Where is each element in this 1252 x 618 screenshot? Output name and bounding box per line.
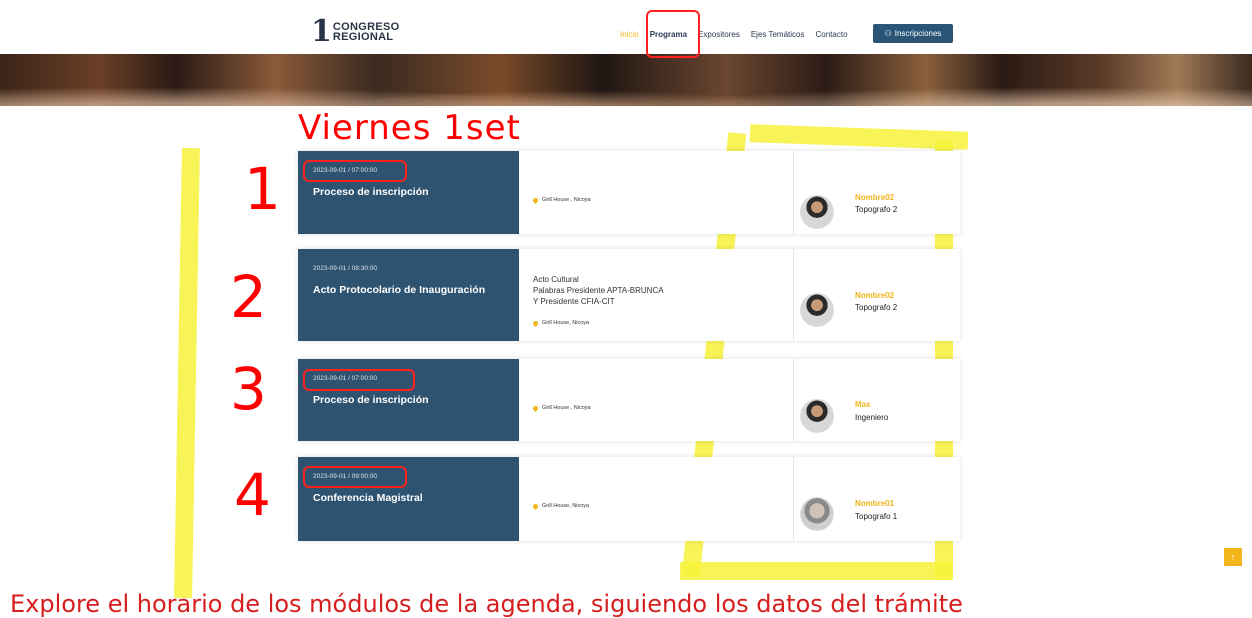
nav-inicio[interactable]: Inicio	[620, 30, 639, 39]
speaker-role: Ingeniero	[855, 413, 889, 422]
nav-contacto[interactable]: Contacto	[816, 30, 848, 39]
speaker-avatar[interactable]	[800, 293, 834, 327]
annotation-box-programa	[646, 10, 700, 58]
speaker-name[interactable]: Nombre01	[855, 499, 894, 508]
nav-ejes-tematicos[interactable]: Ejes Temáticos	[751, 30, 805, 39]
session-title: Conferencia Magistral	[313, 492, 423, 504]
highlight-stroke-bottom	[680, 562, 952, 580]
session-location: Grill House , Nicoya	[531, 196, 591, 204]
session-time: 2023-09-01 / 08:30:00	[313, 265, 377, 272]
session-description-line: Acto Cultural	[533, 275, 579, 284]
speaker-avatar[interactable]	[800, 497, 834, 531]
speaker-avatar[interactable]	[800, 399, 834, 433]
speaker-role: Topografo 2	[855, 205, 898, 214]
logo-digit: 1	[311, 14, 332, 49]
session-details: Acto Cultural Palabras Presidente APTA-B…	[531, 249, 783, 341]
card-divider	[793, 151, 794, 234]
session-description-line: Y Presidente CFIA-CIT	[533, 297, 615, 306]
session-details: Grill House, Nicoya	[531, 457, 783, 541]
session-details: Grill House , Nicoya	[531, 151, 783, 234]
session-location: Grill House, Nicoya	[531, 502, 590, 510]
annotation-number-1: 1	[244, 155, 281, 223]
schedule-card[interactable]: 2023-09-01 / 08:30:00 Acto Protocolario …	[298, 249, 960, 341]
annotation-number-3: 3	[230, 355, 267, 423]
inscripciones-label: Inscripciones	[894, 29, 942, 38]
session-description-line: Palabras Presidente APTA-BRUNCA	[533, 286, 664, 295]
session-title: Proceso de inscripción	[313, 394, 429, 406]
arrow-up-icon: ↑	[1230, 552, 1236, 562]
card-divider	[793, 359, 794, 441]
annotation-number-4: 4	[234, 461, 271, 529]
speaker-role: Topografo 1	[855, 512, 898, 521]
annotation-box-time-3	[303, 369, 415, 391]
session-title: Acto Protocolario de Inauguración	[313, 284, 486, 296]
annotation-number-2: 2	[230, 263, 267, 331]
card-divider	[793, 249, 794, 341]
session-location: Grill House, Nicoya	[531, 319, 590, 327]
location-text: Grill House, Nicoya	[542, 320, 590, 326]
logo-line2: REGIONAL	[332, 31, 394, 43]
nav-expositores[interactable]: Expositores	[698, 30, 740, 39]
speaker-avatar[interactable]	[800, 195, 834, 229]
speaker-role: Topografo 2	[855, 303, 898, 312]
location-pin-icon	[531, 319, 540, 327]
day-annotation: Viernes 1set	[298, 108, 521, 148]
location-text: Grill House, Nicoya	[542, 503, 590, 509]
speaker-name[interactable]: Nombre02	[855, 291, 894, 300]
card-divider	[793, 457, 794, 541]
top-navbar: 1 CONGRESO REGIONAL Inicio Programa Expo…	[0, 0, 1252, 54]
speaker-name[interactable]: Nombre02	[855, 193, 894, 202]
inscripciones-button[interactable]: ⚇ Inscripciones	[873, 24, 953, 43]
location-pin-icon	[531, 404, 540, 412]
annotation-box-time-1	[303, 160, 407, 182]
location-text: Grill House , Nicoya	[542, 197, 591, 203]
card-time-panel: 2023-09-01 / 08:30:00 Acto Protocolario …	[298, 249, 519, 341]
congreso-logo[interactable]: 1 CONGRESO REGIONAL	[311, 14, 400, 49]
location-text: Grill House , Nicoya	[542, 405, 591, 411]
annotation-box-time-4	[303, 466, 407, 488]
location-pin-icon	[531, 502, 540, 510]
session-details: Grill House , Nicoya	[531, 359, 783, 441]
hero-banner	[0, 54, 1252, 106]
session-title: Proceso de inscripción	[313, 186, 429, 198]
scroll-top-button[interactable]: ↑	[1224, 548, 1242, 566]
highlight-stroke-left	[174, 147, 200, 599]
session-location: Grill House , Nicoya	[531, 404, 591, 412]
speaker-name[interactable]: Max	[855, 400, 871, 409]
user-add-icon: ⚇	[884, 29, 892, 38]
logo-text: CONGRESO REGIONAL	[332, 22, 400, 43]
location-pin-icon	[531, 196, 540, 204]
